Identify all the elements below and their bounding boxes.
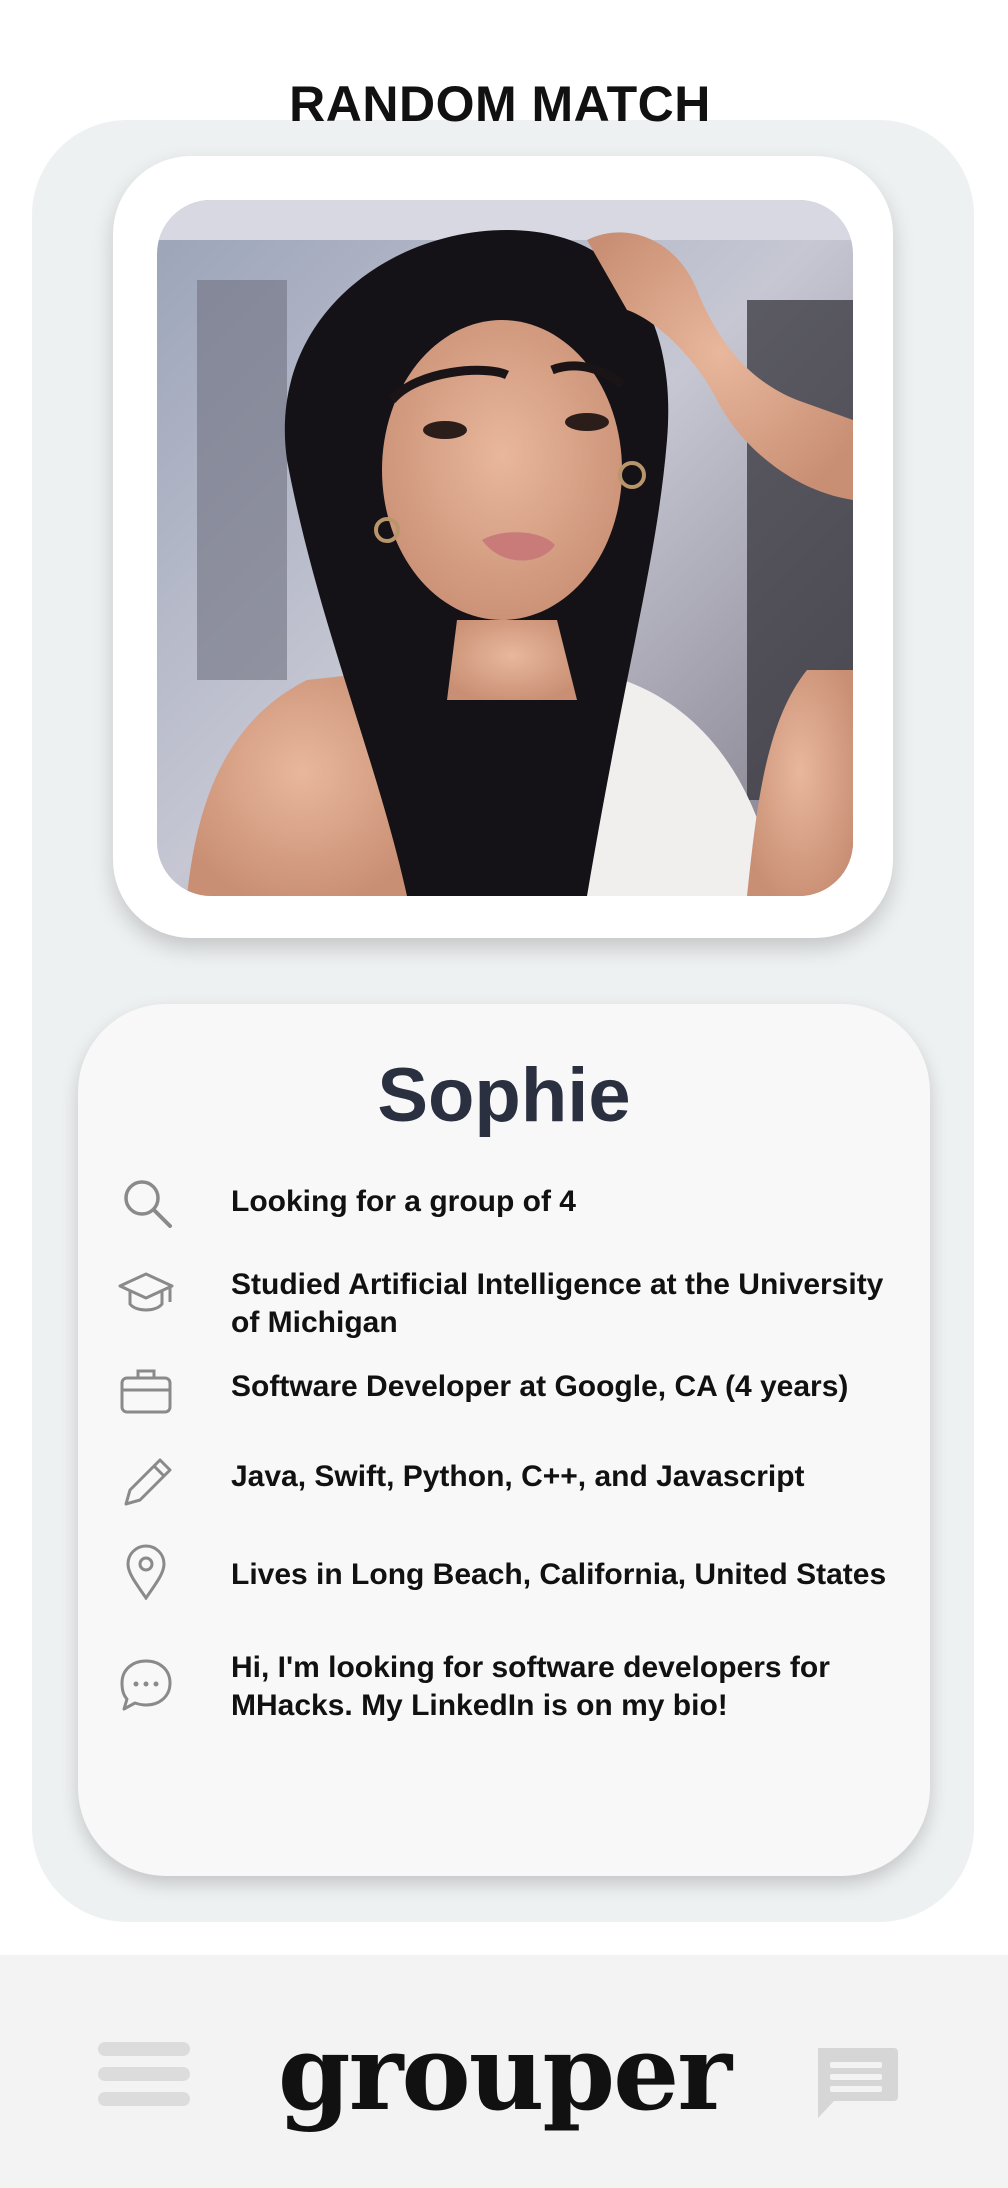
- chat-icon[interactable]: [812, 2044, 900, 2120]
- page-title: RANDOM MATCH: [289, 76, 711, 132]
- profile-photo: [157, 200, 853, 896]
- detail-text: Software Developer at Google, CA (4 year…: [231, 1370, 849, 1403]
- detail-row-job: Software Developer at Google, CA (4 year…: [118, 1362, 898, 1418]
- location-pin-icon: [126, 1544, 166, 1600]
- detail-row-group-size: Looking for a group of 4: [118, 1174, 898, 1230]
- profile-info-card: Sophie Looking for a group of 4 Studied …: [78, 1004, 930, 1876]
- photo-card[interactable]: [113, 156, 893, 938]
- detail-row-education: Studied Artificial Intelligence at the U…: [118, 1266, 898, 1346]
- chat-bubble-icon: [120, 1659, 172, 1711]
- profile-name: Sophie: [377, 1053, 631, 1138]
- detail-row-bio: Hi, I'm looking for software developers …: [118, 1649, 898, 1729]
- detail-text: Looking for a group of 4: [231, 1185, 576, 1218]
- search-icon: [124, 1180, 172, 1228]
- detail-row-skills: Java, Swift, Python, C++, and Javascript: [118, 1454, 898, 1510]
- detail-row-location: Lives in Long Beach, California, United …: [118, 1544, 898, 1604]
- detail-text: Hi, I'm looking for software developers …: [231, 1651, 830, 1722]
- briefcase-icon: [120, 1369, 172, 1414]
- graduation-cap-icon: [118, 1272, 174, 1312]
- detail-text: Lives in Long Beach, California, United …: [231, 1558, 887, 1591]
- pencil-icon: [124, 1458, 172, 1506]
- detail-text: Java, Swift, Python, C++, and Javascript: [231, 1460, 805, 1493]
- detail-text: Studied Artificial Intelligence at the U…: [231, 1268, 884, 1339]
